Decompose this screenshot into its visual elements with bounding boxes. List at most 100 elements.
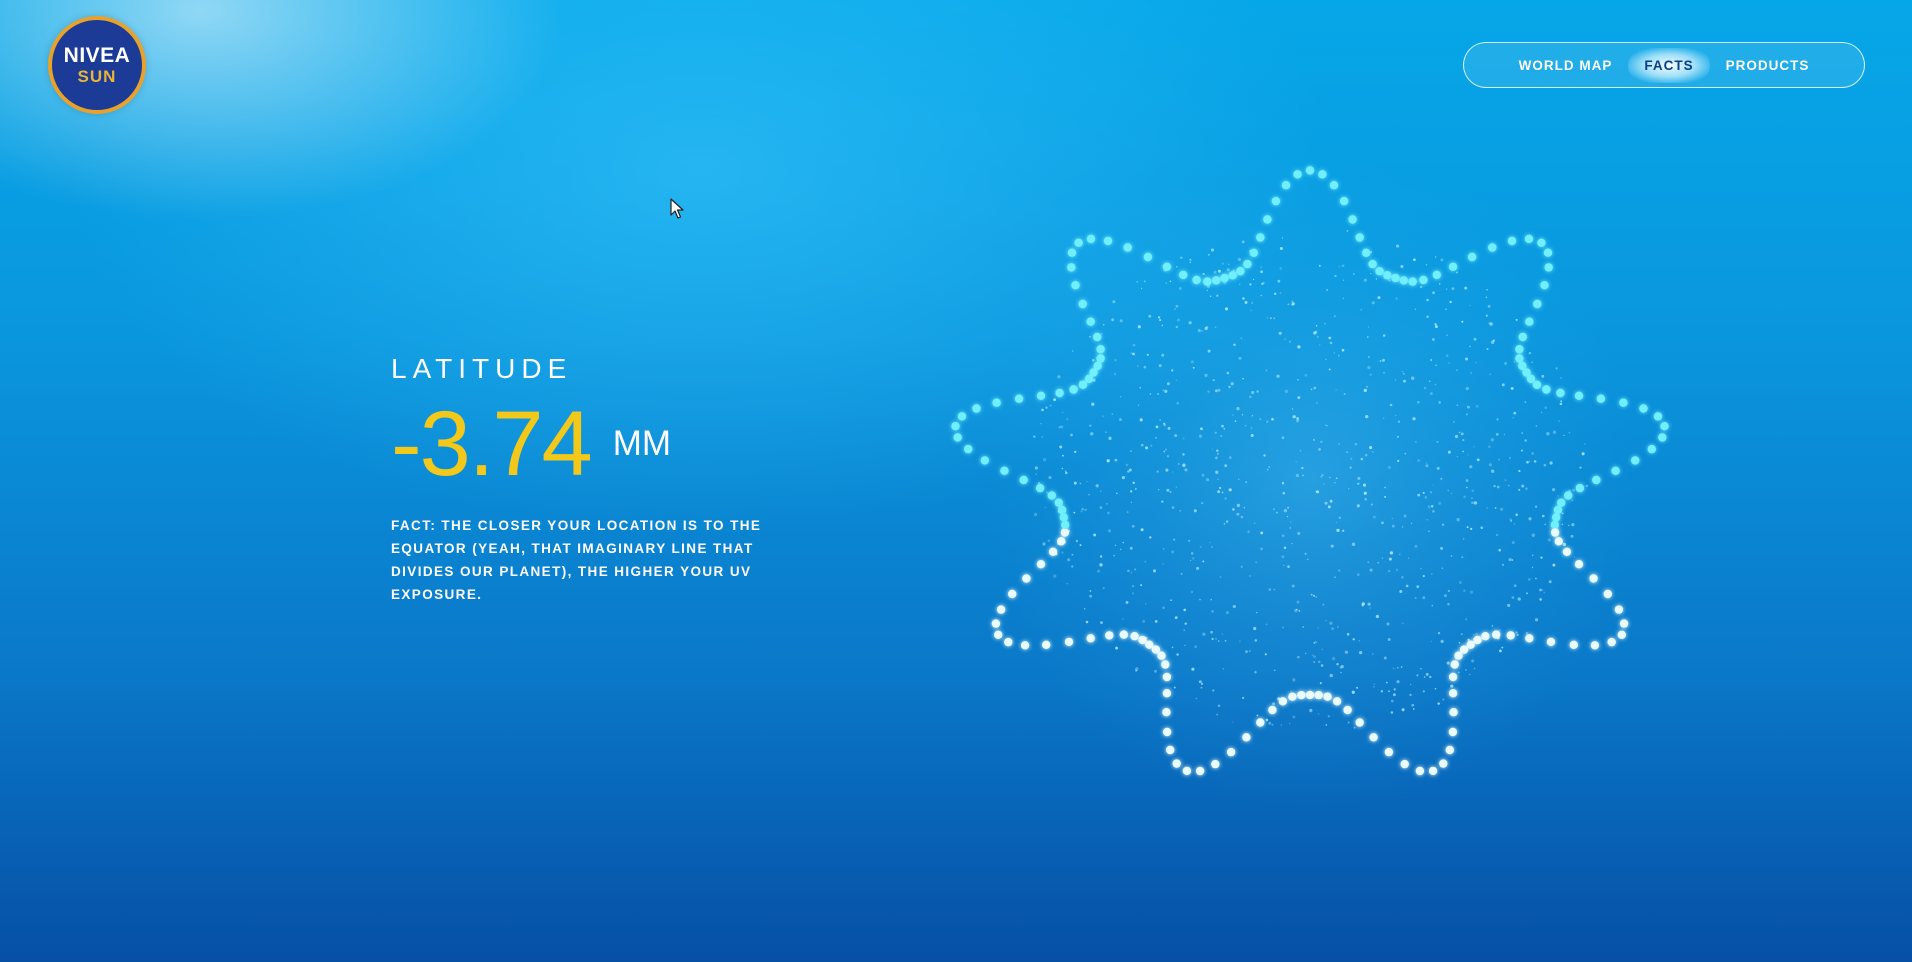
sun-particle bbox=[1560, 377, 1562, 379]
sun-particle bbox=[1401, 370, 1404, 373]
sun-particle bbox=[1561, 523, 1564, 526]
sun-particle bbox=[1403, 379, 1406, 383]
sun-particle bbox=[1130, 352, 1133, 354]
sun-particle bbox=[1209, 541, 1211, 544]
sun-particle bbox=[1340, 665, 1344, 669]
sun-particle bbox=[1531, 361, 1533, 364]
sun-outline-dot bbox=[1105, 631, 1114, 640]
sun-particle bbox=[1314, 640, 1317, 644]
sun-particle bbox=[1173, 686, 1176, 689]
sun-particle bbox=[1251, 302, 1253, 304]
sun-particle bbox=[1356, 686, 1359, 689]
sun-outline-dot bbox=[1093, 332, 1102, 342]
sun-particle bbox=[1149, 393, 1152, 395]
sun-particle bbox=[1552, 563, 1556, 567]
sun-particle bbox=[1414, 308, 1417, 310]
sun-particle bbox=[1271, 723, 1274, 726]
sun-particle bbox=[1253, 522, 1256, 525]
sun-particle bbox=[1388, 569, 1391, 573]
sun-particle bbox=[1318, 447, 1321, 451]
sun-particle bbox=[1224, 307, 1229, 311]
sun-particle bbox=[1417, 400, 1420, 404]
sun-particle bbox=[1412, 417, 1416, 421]
sun-particle bbox=[1498, 548, 1502, 552]
sun-particle bbox=[1299, 450, 1302, 452]
sun-particle bbox=[1211, 637, 1214, 641]
sun-particle bbox=[1352, 273, 1355, 275]
sun-particle bbox=[1196, 566, 1200, 570]
sun-outline-dot bbox=[1086, 634, 1095, 643]
sun-particle bbox=[1434, 325, 1438, 329]
sun-particle bbox=[1320, 440, 1323, 444]
sun-particle bbox=[1291, 584, 1295, 588]
sun-particle bbox=[1129, 546, 1133, 550]
sun-outline-dot bbox=[980, 456, 989, 465]
sun-particle bbox=[1090, 432, 1094, 436]
sun-particle bbox=[1192, 366, 1195, 369]
sun-particle bbox=[1315, 596, 1318, 598]
sun-particle bbox=[1182, 453, 1185, 456]
sun-particle bbox=[1557, 495, 1559, 497]
sun-particle bbox=[1241, 240, 1245, 244]
sun-particle bbox=[1318, 713, 1320, 715]
sun-particle bbox=[1086, 481, 1088, 483]
sun-outline-dot bbox=[1557, 498, 1566, 507]
sun-particle bbox=[1441, 567, 1443, 569]
sun-particle bbox=[1338, 265, 1341, 268]
sun-particle bbox=[1249, 395, 1252, 399]
sun-particle bbox=[1059, 445, 1063, 449]
sun-particle bbox=[1475, 404, 1479, 408]
nav-item-products[interactable]: PRODUCTS bbox=[1710, 48, 1826, 83]
sun-particle bbox=[1132, 585, 1135, 588]
sun-particle bbox=[1383, 371, 1385, 374]
sun-particle bbox=[1581, 452, 1585, 456]
sun-particle bbox=[1304, 373, 1308, 377]
sun-particle bbox=[1397, 420, 1401, 423]
sun-particle bbox=[1558, 420, 1560, 422]
sun-particle bbox=[1461, 556, 1464, 559]
sun-particle bbox=[1342, 297, 1345, 300]
sun-particle bbox=[1178, 463, 1180, 465]
sun-particle bbox=[1470, 527, 1473, 531]
sun-outline-dot bbox=[1383, 271, 1392, 280]
sun-particle bbox=[1169, 490, 1172, 494]
sun-particle bbox=[1137, 325, 1141, 329]
sun-particle bbox=[1295, 461, 1297, 463]
sun-particle bbox=[1542, 514, 1545, 518]
sun-particle bbox=[1184, 622, 1187, 625]
sun-particle bbox=[1190, 552, 1194, 555]
sun-dots-icon bbox=[951, 150, 1669, 810]
sun-particle bbox=[1180, 572, 1183, 575]
sun-particle bbox=[1389, 403, 1393, 407]
sun-particle bbox=[1324, 501, 1328, 505]
sun-particle bbox=[1240, 337, 1243, 339]
sun-particle bbox=[1563, 434, 1565, 437]
sun-particle bbox=[1521, 484, 1525, 488]
sun-particle bbox=[1462, 450, 1464, 453]
sun-particle bbox=[1458, 431, 1461, 434]
sun-outline-dot bbox=[1242, 733, 1251, 742]
sun-particle bbox=[1526, 592, 1528, 595]
sun-particle bbox=[1288, 340, 1291, 343]
nav-item-world-map[interactable]: WORLD MAP bbox=[1503, 48, 1629, 83]
sun-particle bbox=[1329, 476, 1331, 479]
sun-particle bbox=[1455, 369, 1458, 372]
sun-particle bbox=[1305, 652, 1307, 655]
sun-particle bbox=[1214, 431, 1217, 434]
sun-particle bbox=[1114, 458, 1118, 462]
sun-particle bbox=[1107, 529, 1112, 533]
sun-particle bbox=[1134, 568, 1137, 571]
nivea-sun-logo[interactable]: NIVEA SUN bbox=[48, 16, 146, 114]
sun-particle bbox=[1232, 721, 1234, 723]
sun-particle bbox=[1216, 449, 1219, 452]
sun-outline-dot bbox=[1550, 528, 1560, 537]
nav-item-facts[interactable]: FACTS bbox=[1628, 47, 1710, 83]
sun-particle bbox=[1099, 555, 1103, 558]
sun-particle bbox=[1281, 534, 1285, 538]
sun-particle bbox=[1487, 305, 1491, 308]
sun-outline-dot bbox=[1014, 394, 1024, 403]
sun-outline-dot bbox=[1450, 660, 1459, 669]
sun-particle bbox=[1171, 646, 1174, 649]
sun-particle bbox=[1119, 319, 1123, 323]
sun-particle bbox=[1517, 597, 1521, 601]
